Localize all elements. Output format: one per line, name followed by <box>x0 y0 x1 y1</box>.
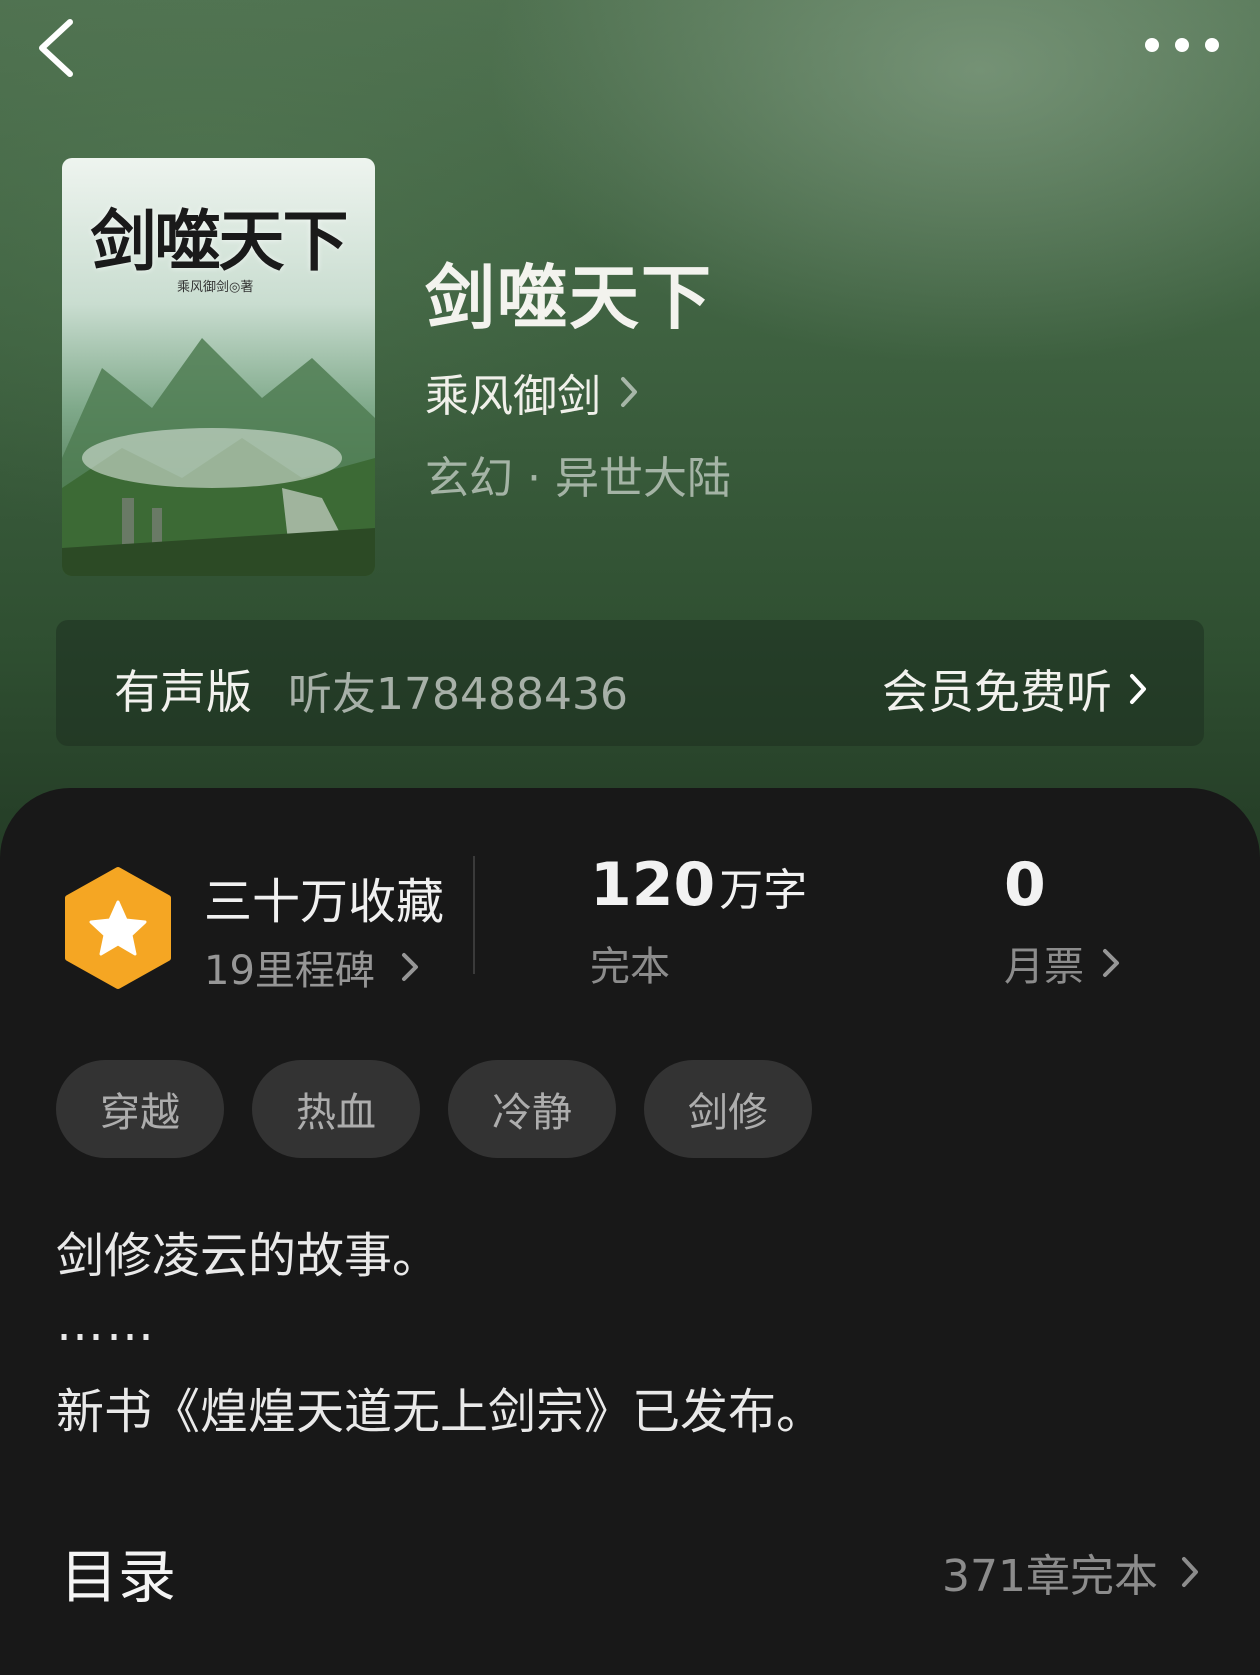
favorites-stat[interactable]: 三十万收藏 19里程碑 <box>204 862 444 996</box>
word-count-unit: 万字 <box>719 865 808 916</box>
monthly-votes-label: 月票 <box>1004 944 1084 990</box>
back-button[interactable] <box>28 14 108 94</box>
top-bar <box>0 0 1260 100</box>
cover-title: 剑噬天下 <box>90 202 349 280</box>
chevron-right-icon <box>621 377 637 407</box>
completion-status: 完本 <box>590 944 670 990</box>
chevron-right-icon <box>1103 949 1119 977</box>
book-title: 剑噬天下 <box>425 256 713 339</box>
chevron-left-icon <box>39 19 73 77</box>
cover-author: 乘风御剑◎著 <box>177 280 254 295</box>
author-name: 乘风御剑 <box>425 371 601 422</box>
table-of-contents-row[interactable]: 目录 371章完本 <box>0 1520 1260 1640</box>
toc-title: 目录 <box>60 1543 177 1611</box>
tag-chip[interactable]: 冷静 <box>448 1060 616 1158</box>
member-free-listen-button[interactable]: 会员免费听 <box>882 656 1148 722</box>
chevron-right-icon <box>1182 1557 1198 1587</box>
monthly-votes-stat[interactable]: 0 月票 <box>1004 850 1120 992</box>
tag-list: 穿越 热血 冷静 剑修 <box>56 1060 812 1158</box>
tag-chip[interactable]: 穿越 <box>56 1060 224 1158</box>
description-line: 新书《煌煌天道无上剑宗》已发布。 <box>56 1384 825 1440</box>
monthly-votes-value: 0 <box>1004 850 1046 920</box>
more-dots-icon <box>1145 38 1219 52</box>
word-count-stat: 120 万字 完本 <box>590 850 807 992</box>
book-description[interactable]: 剑修凌云的故事。 …… 新书《煌煌天道无上剑宗》已发布。 <box>56 1218 1206 1450</box>
book-cover[interactable]: 剑噬天下 乘风御剑◎著 <box>62 158 375 576</box>
author-link[interactable]: 乘风御剑 <box>425 360 639 424</box>
chevron-right-icon <box>1130 674 1146 704</box>
chevron-right-icon <box>401 953 418 981</box>
more-button[interactable] <box>1130 20 1230 70</box>
milestone-label: 19里程碑 <box>204 948 375 994</box>
tag-chip[interactable]: 热血 <box>252 1060 420 1158</box>
word-count-value: 120 <box>590 850 716 920</box>
book-genre: 玄幻 · 异世大陆 <box>425 453 731 504</box>
audio-narrator: 听友178488436 <box>288 669 628 720</box>
tag-chip[interactable]: 剑修 <box>644 1060 812 1158</box>
description-line: 剑修凌云的故事。 <box>56 1228 441 1284</box>
favorites-count: 三十万收藏 <box>204 874 445 930</box>
chapter-count: 371章完本 <box>942 1551 1158 1602</box>
audio-version-bar[interactable]: 有声版 听友178488436 会员免费听 <box>56 620 1204 746</box>
audio-label: 有声版 <box>114 665 252 719</box>
favorites-badge-icon <box>62 866 174 994</box>
member-free-listen-label: 会员免费听 <box>882 665 1112 719</box>
stats-divider <box>473 856 475 974</box>
description-ellipsis: …… <box>56 1296 156 1352</box>
